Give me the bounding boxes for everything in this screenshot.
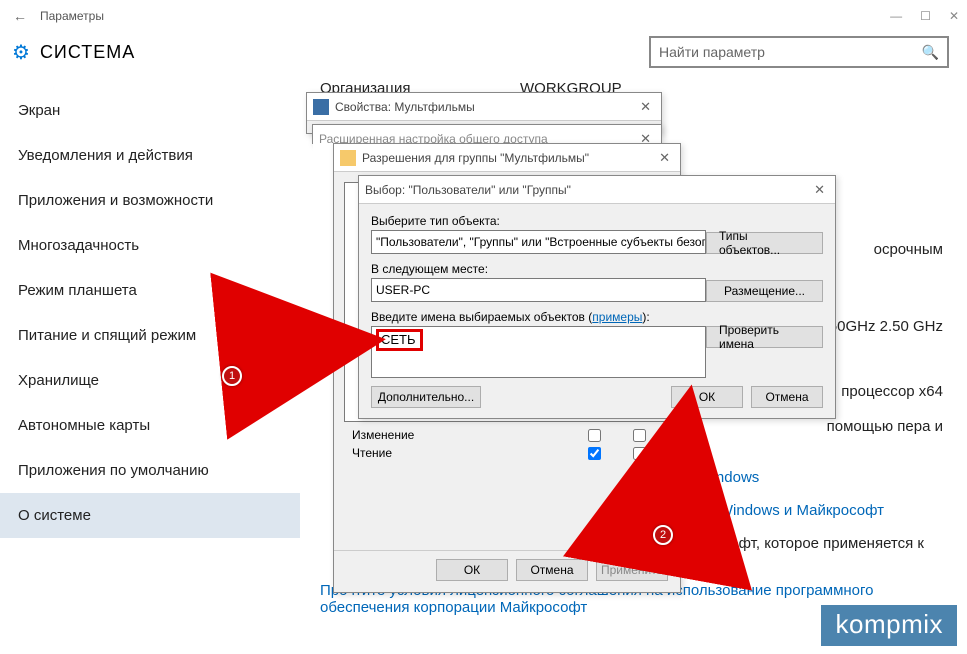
close-icon[interactable]: ✕ [636, 99, 655, 115]
sidebar: Экран Уведомления и действия Приложения … [0, 80, 300, 648]
text-fragment: Майкрософт, которое применяется к [670, 535, 943, 552]
dialog-advanced-share: Расширенная настройка общего доступа ✕ [312, 124, 662, 144]
maximize-button[interactable]: ☐ [920, 9, 931, 23]
check-names-button[interactable]: Проверить имена [706, 326, 823, 348]
window-title: Параметры [40, 9, 104, 23]
select-cancel-button[interactable]: Отмена [751, 386, 823, 408]
sidebar-item-maps[interactable]: Автономные карты [0, 403, 300, 448]
entered-name: СЕТЬ [376, 329, 423, 351]
sidebar-item-defaults[interactable]: Приложения по умолчанию [0, 448, 300, 493]
select-ok-button[interactable]: ОК [671, 386, 743, 408]
dialog-select-users: Выбор: "Пользователи" или "Группы" ✕ Выб… [358, 175, 836, 419]
sidebar-item-apps[interactable]: Приложения и возможности [0, 178, 300, 223]
dialog-title: Выбор: "Пользователи" или "Группы" [365, 183, 571, 197]
sidebar-item-storage[interactable]: Хранилище [0, 358, 300, 403]
close-icon[interactable]: ✕ [810, 182, 829, 198]
search-input[interactable]: Найти параметр 🔍 [649, 36, 949, 68]
sidebar-item-power[interactable]: Питание и спящий режим [0, 313, 300, 358]
back-icon[interactable]: ← [8, 8, 32, 24]
window-titlebar: ← Параметры — ☐ ✕ [0, 0, 967, 32]
perm-ok-button[interactable]: ОК [436, 559, 508, 581]
dialog-title: Свойства: Мультфильмы [335, 100, 475, 114]
label-location: В следующем месте: [371, 262, 706, 276]
locations-button[interactable]: Размещение... [706, 280, 823, 302]
annotation-bubble-2: 2 [653, 525, 673, 545]
gear-icon: ⚙ [12, 40, 30, 65]
app-icon [313, 99, 329, 115]
close-icon[interactable]: ✕ [655, 150, 674, 166]
folder-icon [340, 150, 356, 166]
minimize-button[interactable]: — [890, 9, 902, 23]
examples-link[interactable]: примеры [592, 310, 642, 324]
field-object-type: "Пользователи", "Группы" или "Встроенные… [371, 230, 706, 254]
sidebar-item-multitask[interactable]: Многозадачность [0, 223, 300, 268]
perm-row-read: Чтение [344, 444, 670, 462]
perm-cancel-button[interactable]: Отмена [516, 559, 588, 581]
annotation-bubble-1: 1 [222, 366, 242, 386]
advanced-button[interactable]: Дополнительно... [371, 386, 481, 408]
close-button[interactable]: ✕ [949, 9, 959, 23]
dialog-title: Разрешения для группы "Мультфильмы" [362, 151, 589, 165]
page-title: СИСТЕМА [40, 42, 135, 63]
search-placeholder: Найти параметр [659, 44, 765, 60]
perm-apply-button[interactable]: Применить [596, 559, 668, 581]
sidebar-item-tablet[interactable]: Режим планшета [0, 268, 300, 313]
header: ⚙ СИСТЕМА Найти параметр 🔍 [0, 32, 967, 80]
object-types-button[interactable]: Типы объектов... [706, 232, 823, 254]
sidebar-item-notifications[interactable]: Уведомления и действия [0, 133, 300, 178]
link-windows[interactable]: сии Windows [670, 469, 943, 486]
perm-row-change: Изменение [344, 426, 670, 444]
field-location: USER-PC [371, 278, 706, 302]
sidebar-item-about[interactable]: О системе [0, 493, 300, 538]
label-object-type: Выберите тип объекта: [371, 214, 706, 228]
link-services[interactable]: служб Windows и Майкрософт [672, 502, 943, 519]
label-names: Введите имена выбираемых объектов (приме… [371, 310, 706, 324]
sidebar-item-display[interactable]: Экран [0, 88, 300, 133]
perm-read-allow[interactable] [588, 447, 601, 460]
perm-change-allow[interactable] [588, 429, 601, 442]
names-input[interactable]: СЕТЬ [371, 326, 706, 378]
perm-read-deny[interactable] [633, 447, 646, 460]
search-icon: 🔍 [922, 44, 939, 61]
window-buttons: — ☐ ✕ [890, 9, 959, 23]
watermark: kompmix [821, 605, 957, 646]
perm-change-deny[interactable] [633, 429, 646, 442]
